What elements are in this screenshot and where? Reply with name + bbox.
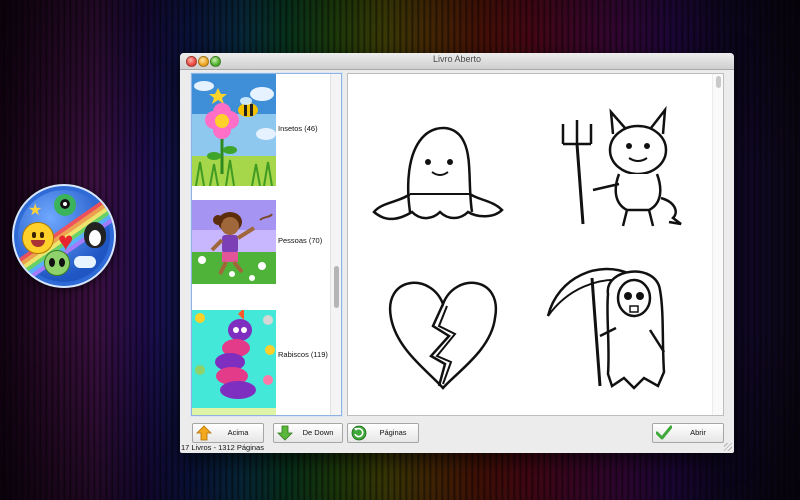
devil-drawing-icon [561,105,682,227]
cyclops-monster-icon [54,194,76,216]
book-thumbnail [192,74,276,186]
book-label: Rabiscos (119) [278,350,328,359]
open-button-label: Abrir [690,428,706,437]
book-list[interactable]: Insetos (46) Pessoas (70) Rabiscos (119) [190,72,343,417]
penguin-icon [84,222,106,248]
preview-scroll-thumb[interactable] [716,76,721,88]
window-title: Livro Aberto [432,54,482,64]
page-preview-area[interactable] [347,73,724,416]
down-button-label: De Down [302,428,334,437]
main-window: Livro Aberto Insetos (46) Pessoas (70) R… [180,53,734,453]
pages-refresh-icon [351,425,367,441]
check-icon [656,425,672,440]
down-arrow-icon [277,425,293,441]
book-list-scroll-thumb[interactable] [334,266,339,308]
book-item-pessoas[interactable]: Pessoas (70) [192,200,330,312]
worm-thumbnail-icon [192,310,276,415]
book-list-scrollbar[interactable] [330,74,341,415]
girl-thumbnail-icon [192,200,276,284]
down-button[interactable]: De Down [273,423,343,443]
up-button-label: Acima [227,428,249,437]
book-item-rabiscos[interactable]: Rabiscos (119) [192,310,330,415]
star-icon: ★ [28,202,43,219]
smiley-icon [22,222,54,254]
ghost-drawing-icon [372,126,504,221]
resize-grip[interactable] [724,443,732,451]
status-bar-text: 17 Livros - 1312 Páginas [181,443,264,452]
cloud-icon [74,256,96,268]
book-thumbnail [192,310,276,415]
title-bar[interactable]: Livro Aberto [180,53,734,70]
pages-button-label: Páginas [379,428,407,437]
book-item-insetos[interactable]: Insetos (46) [192,74,330,186]
pages-button[interactable]: Páginas [347,423,419,443]
open-button[interactable]: Abrir [652,423,724,443]
app-dock-icon[interactable]: ★ ♥ [12,184,116,288]
flower-bee-thumbnail-icon [192,74,276,186]
up-button[interactable]: Acima [192,423,264,443]
up-arrow-icon [196,425,212,441]
broken-heart-drawing-icon [388,281,498,390]
book-label: Pessoas (70) [278,236,323,245]
preview-scrollbar[interactable] [712,74,723,415]
book-thumbnail [192,200,276,312]
alien-icon [44,250,70,276]
book-label: Insetos (46) [278,124,318,133]
grim-reaper-drawing-icon [546,267,666,390]
